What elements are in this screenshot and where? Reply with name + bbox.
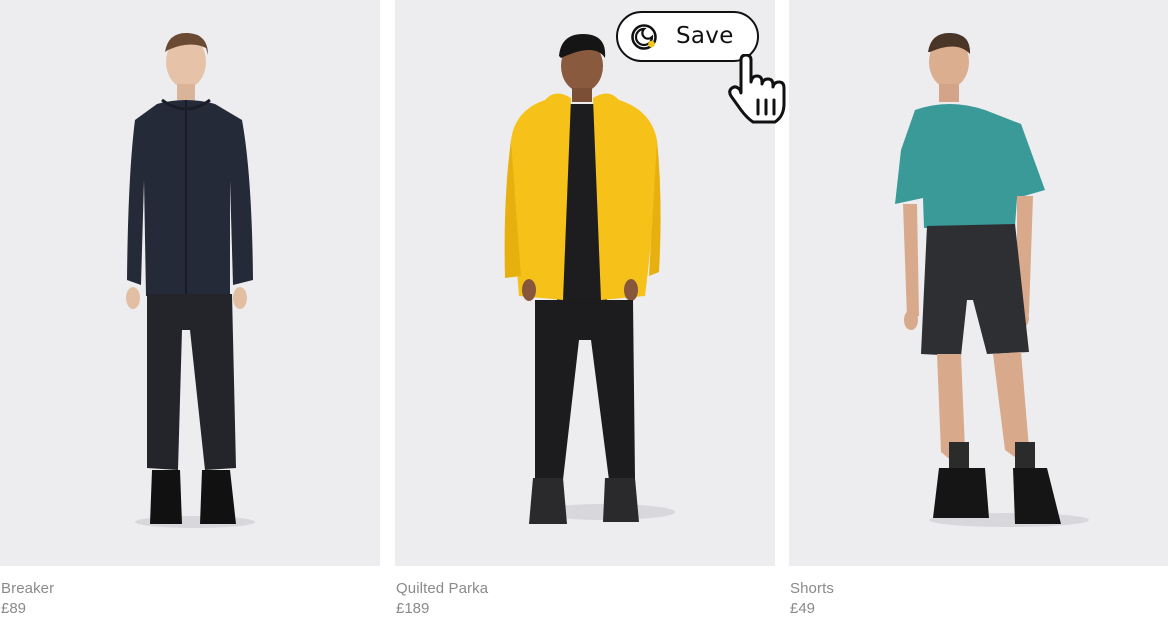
product-image-quilted-parka[interactable] bbox=[395, 0, 775, 566]
hand-pointer-icon bbox=[728, 54, 786, 124]
product-grid: Breaker £89 Quilted Parka £189 Shorts £4… bbox=[0, 0, 1168, 629]
product-card-breaker[interactable]: Breaker £89 bbox=[0, 0, 380, 629]
save-logo-icon bbox=[631, 24, 657, 50]
save-button-label: Save bbox=[676, 23, 734, 49]
product-name[interactable]: Quilted Parka bbox=[396, 580, 488, 597]
product-price: £189 bbox=[396, 600, 430, 617]
product-price: £89 bbox=[1, 600, 27, 617]
product-price: £49 bbox=[790, 600, 816, 617]
product-name[interactable]: Shorts bbox=[790, 580, 834, 597]
product-image-breaker[interactable] bbox=[0, 0, 380, 566]
product-card-shorts[interactable]: Shorts £49 bbox=[789, 0, 1168, 629]
product-card-quilted-parka[interactable]: Quilted Parka £189 bbox=[395, 0, 775, 629]
product-name[interactable]: Breaker bbox=[1, 580, 54, 597]
product-image-shorts[interactable] bbox=[789, 0, 1168, 566]
